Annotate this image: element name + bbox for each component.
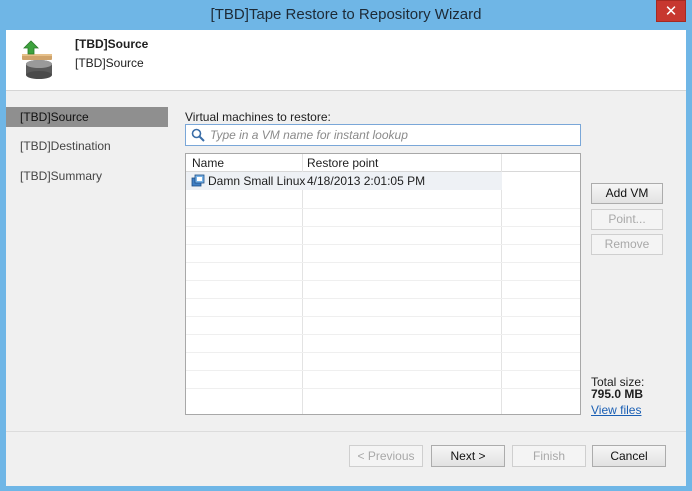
column-header-name[interactable]: Name [192,156,224,170]
wizard-footer: < Previous Next > Finish Cancel [6,431,686,486]
cancel-button[interactable]: Cancel [592,445,666,467]
wizard-client: [TBD]Source [TBD]Source [TBD]Source [TBD… [6,30,686,486]
wizard-body: [TBD]Source [TBD]Destination [TBD]Summar… [6,91,686,431]
grid-line [186,226,580,227]
column-header-restore-point[interactable]: Restore point [307,156,378,170]
close-button[interactable]: ✕ [656,0,686,22]
step-content: Virtual machines to restore: Name Restor… [168,91,686,431]
nav-step-summary[interactable]: [TBD]Summary [6,166,168,186]
add-vm-button[interactable]: Add VM [591,183,663,204]
vm-search-box[interactable] [185,124,581,146]
nav-step-destination[interactable]: [TBD]Destination [6,136,168,156]
grid-line [186,334,580,335]
column-divider [302,154,303,414]
title-bar[interactable]: [TBD]Tape Restore to Repository Wizard ✕ [0,0,692,30]
window-title: [TBD]Tape Restore to Repository Wizard [210,6,482,23]
restore-point-cell: 4/18/2013 2:01:05 PM [307,174,426,188]
step-nav: [TBD]Source [TBD]Destination [TBD]Summar… [6,91,168,431]
step-title: [TBD]Source [75,37,149,51]
vm-icon [191,174,205,187]
vm-name: Damn Small Linux [208,174,306,188]
search-icon [191,128,205,142]
grid-line [186,280,580,281]
next-button[interactable]: Next > [431,445,505,467]
total-size-value: 795.0 MB [591,387,644,401]
close-icon: ✕ [664,3,678,20]
grid-line [186,388,580,389]
database-restore-icon [22,40,52,79]
grid-line [186,316,580,317]
table-header: Name Restore point [186,154,580,172]
previous-button[interactable]: < Previous [349,445,423,467]
remove-button[interactable]: Remove [591,234,663,255]
grid-line [186,370,580,371]
column-divider [501,154,502,414]
finish-button[interactable]: Finish [512,445,586,467]
vm-table: Name Restore point Damn Small Linux 4/18… [185,153,581,415]
table-row[interactable]: Damn Small Linux 4/18/2013 2:01:05 PM [186,172,502,190]
point-button[interactable]: Point... [591,209,663,230]
grid-line [186,352,580,353]
wizard-header: [TBD]Source [TBD]Source [6,30,686,91]
vm-name-cell: Damn Small Linux [191,174,305,188]
grid-line [186,262,580,263]
grid-line [186,208,580,209]
vm-search-input[interactable] [210,126,575,144]
wizard-window: [TBD]Tape Restore to Repository Wizard ✕… [0,0,692,491]
nav-step-source[interactable]: [TBD]Source [6,107,168,127]
step-subtitle: [TBD]Source [75,56,144,70]
grid-line [186,298,580,299]
grid-line [186,244,580,245]
view-files-link[interactable]: View files [591,403,641,417]
vm-list-label: Virtual machines to restore: [185,110,331,124]
